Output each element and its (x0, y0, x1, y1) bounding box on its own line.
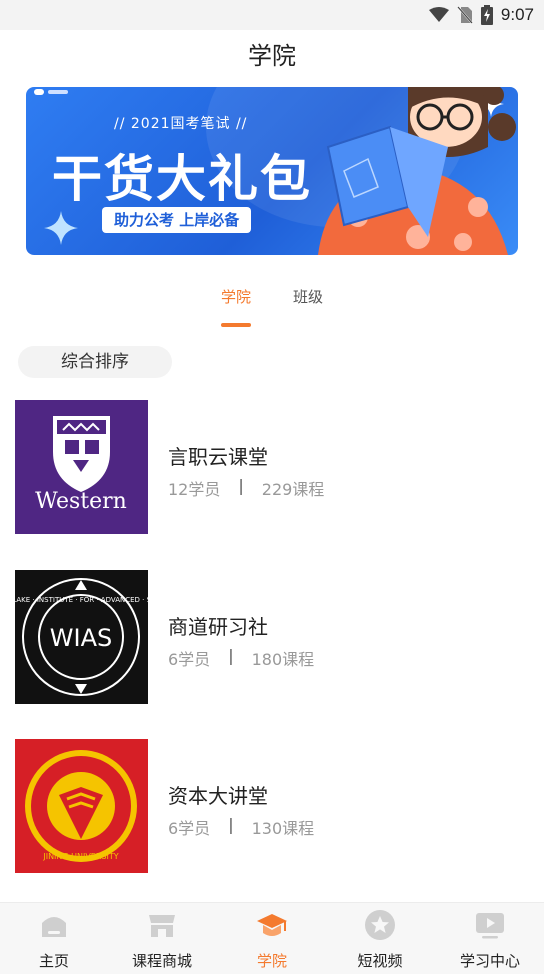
status-bar: 9:07 (0, 0, 544, 30)
course-count: 229课程 (261, 480, 325, 499)
wifi-icon (428, 7, 449, 22)
nav-label: 课程商城 (131, 952, 192, 970)
member-count: 6学员 (168, 650, 211, 669)
logo-text: Western (35, 489, 127, 514)
video-screen-icon (476, 913, 504, 939)
bottom-nav: 主页 课程商城 学院 短视频 学习中心 (0, 902, 544, 974)
item-meta: 12学员 | 229课程 (168, 476, 324, 500)
banner-subtitle: // 2021国考笔试 // (114, 116, 248, 132)
nav-label: 学院 (256, 952, 287, 970)
store-icon (149, 915, 175, 937)
graduation-cap-icon (257, 914, 287, 936)
active-tab-indicator (221, 323, 251, 327)
page-title: 学院 (248, 42, 296, 70)
banner-tag: 助力公考 上岸必备 (102, 207, 252, 233)
nav-item-store[interactable]: 课程商城 (108, 903, 216, 974)
tab-bar: 学院 班级 (0, 280, 544, 330)
battery-charging-icon (480, 5, 493, 25)
promo-banner[interactable]: // 2021国考笔试 // 干货大礼包 助力公考 上岸必备 (26, 87, 518, 255)
nav-item-learning-center[interactable]: 学习中心 (436, 903, 544, 974)
list-item[interactable]: JINING UNIVERSITY 资本大讲堂 6学员 | 130课程 (0, 739, 544, 875)
brand-logo-icon (34, 89, 68, 95)
nav-item-home[interactable]: 主页 (0, 903, 108, 974)
meta-separator: | (228, 646, 234, 665)
logo-text: WIAS (50, 624, 112, 652)
reading-girl-illustration (318, 87, 516, 255)
course-count: 180课程 (251, 650, 315, 669)
nav-label: 学习中心 (459, 952, 520, 970)
nav-label: 短视频 (357, 952, 403, 970)
college-logo-jining: JINING UNIVERSITY (15, 739, 148, 873)
nav-item-short-video[interactable]: 短视频 (326, 903, 434, 974)
logo-text: JINING UNIVERSITY (42, 852, 118, 861)
item-name: 资本大讲堂 (168, 784, 268, 808)
list-item[interactable]: Western 言职云课堂 12学员 | 229课程 (0, 400, 544, 536)
nav-item-academy[interactable]: 学院 (218, 903, 326, 974)
meta-separator: | (238, 476, 244, 495)
tab-class[interactable]: 班级 (293, 286, 323, 307)
sort-button[interactable]: 综合排序 (18, 346, 172, 378)
item-meta: 6学员 | 180课程 (168, 646, 314, 670)
tab-academy[interactable]: 学院 (221, 286, 251, 307)
item-meta: 6学员 | 130课程 (168, 815, 314, 839)
member-count: 6学员 (168, 819, 211, 838)
home-icon (42, 917, 66, 937)
college-logo-wias: WESTLAKE · INSTITUTE · FOR · ADVANCED · … (15, 570, 148, 704)
meta-separator: | (228, 815, 234, 834)
nav-label: 主页 (38, 952, 69, 970)
course-count: 130课程 (251, 819, 315, 838)
star-circle-icon (365, 910, 395, 940)
status-time: 9:07 (500, 5, 534, 24)
member-count: 12学员 (168, 480, 221, 499)
no-sim-icon (457, 6, 473, 24)
item-name: 商道研习社 (168, 615, 268, 639)
list-item[interactable]: WESTLAKE · INSTITUTE · FOR · ADVANCED · … (0, 570, 544, 706)
college-logo-western: Western (15, 400, 148, 534)
sparkle-icon (44, 211, 78, 245)
item-name: 言职云课堂 (168, 445, 268, 469)
banner-headline: 干货大礼包 (52, 150, 312, 208)
logo-ring-text: WESTLAKE · INSTITUTE · FOR · ADVANCED · … (15, 596, 148, 604)
